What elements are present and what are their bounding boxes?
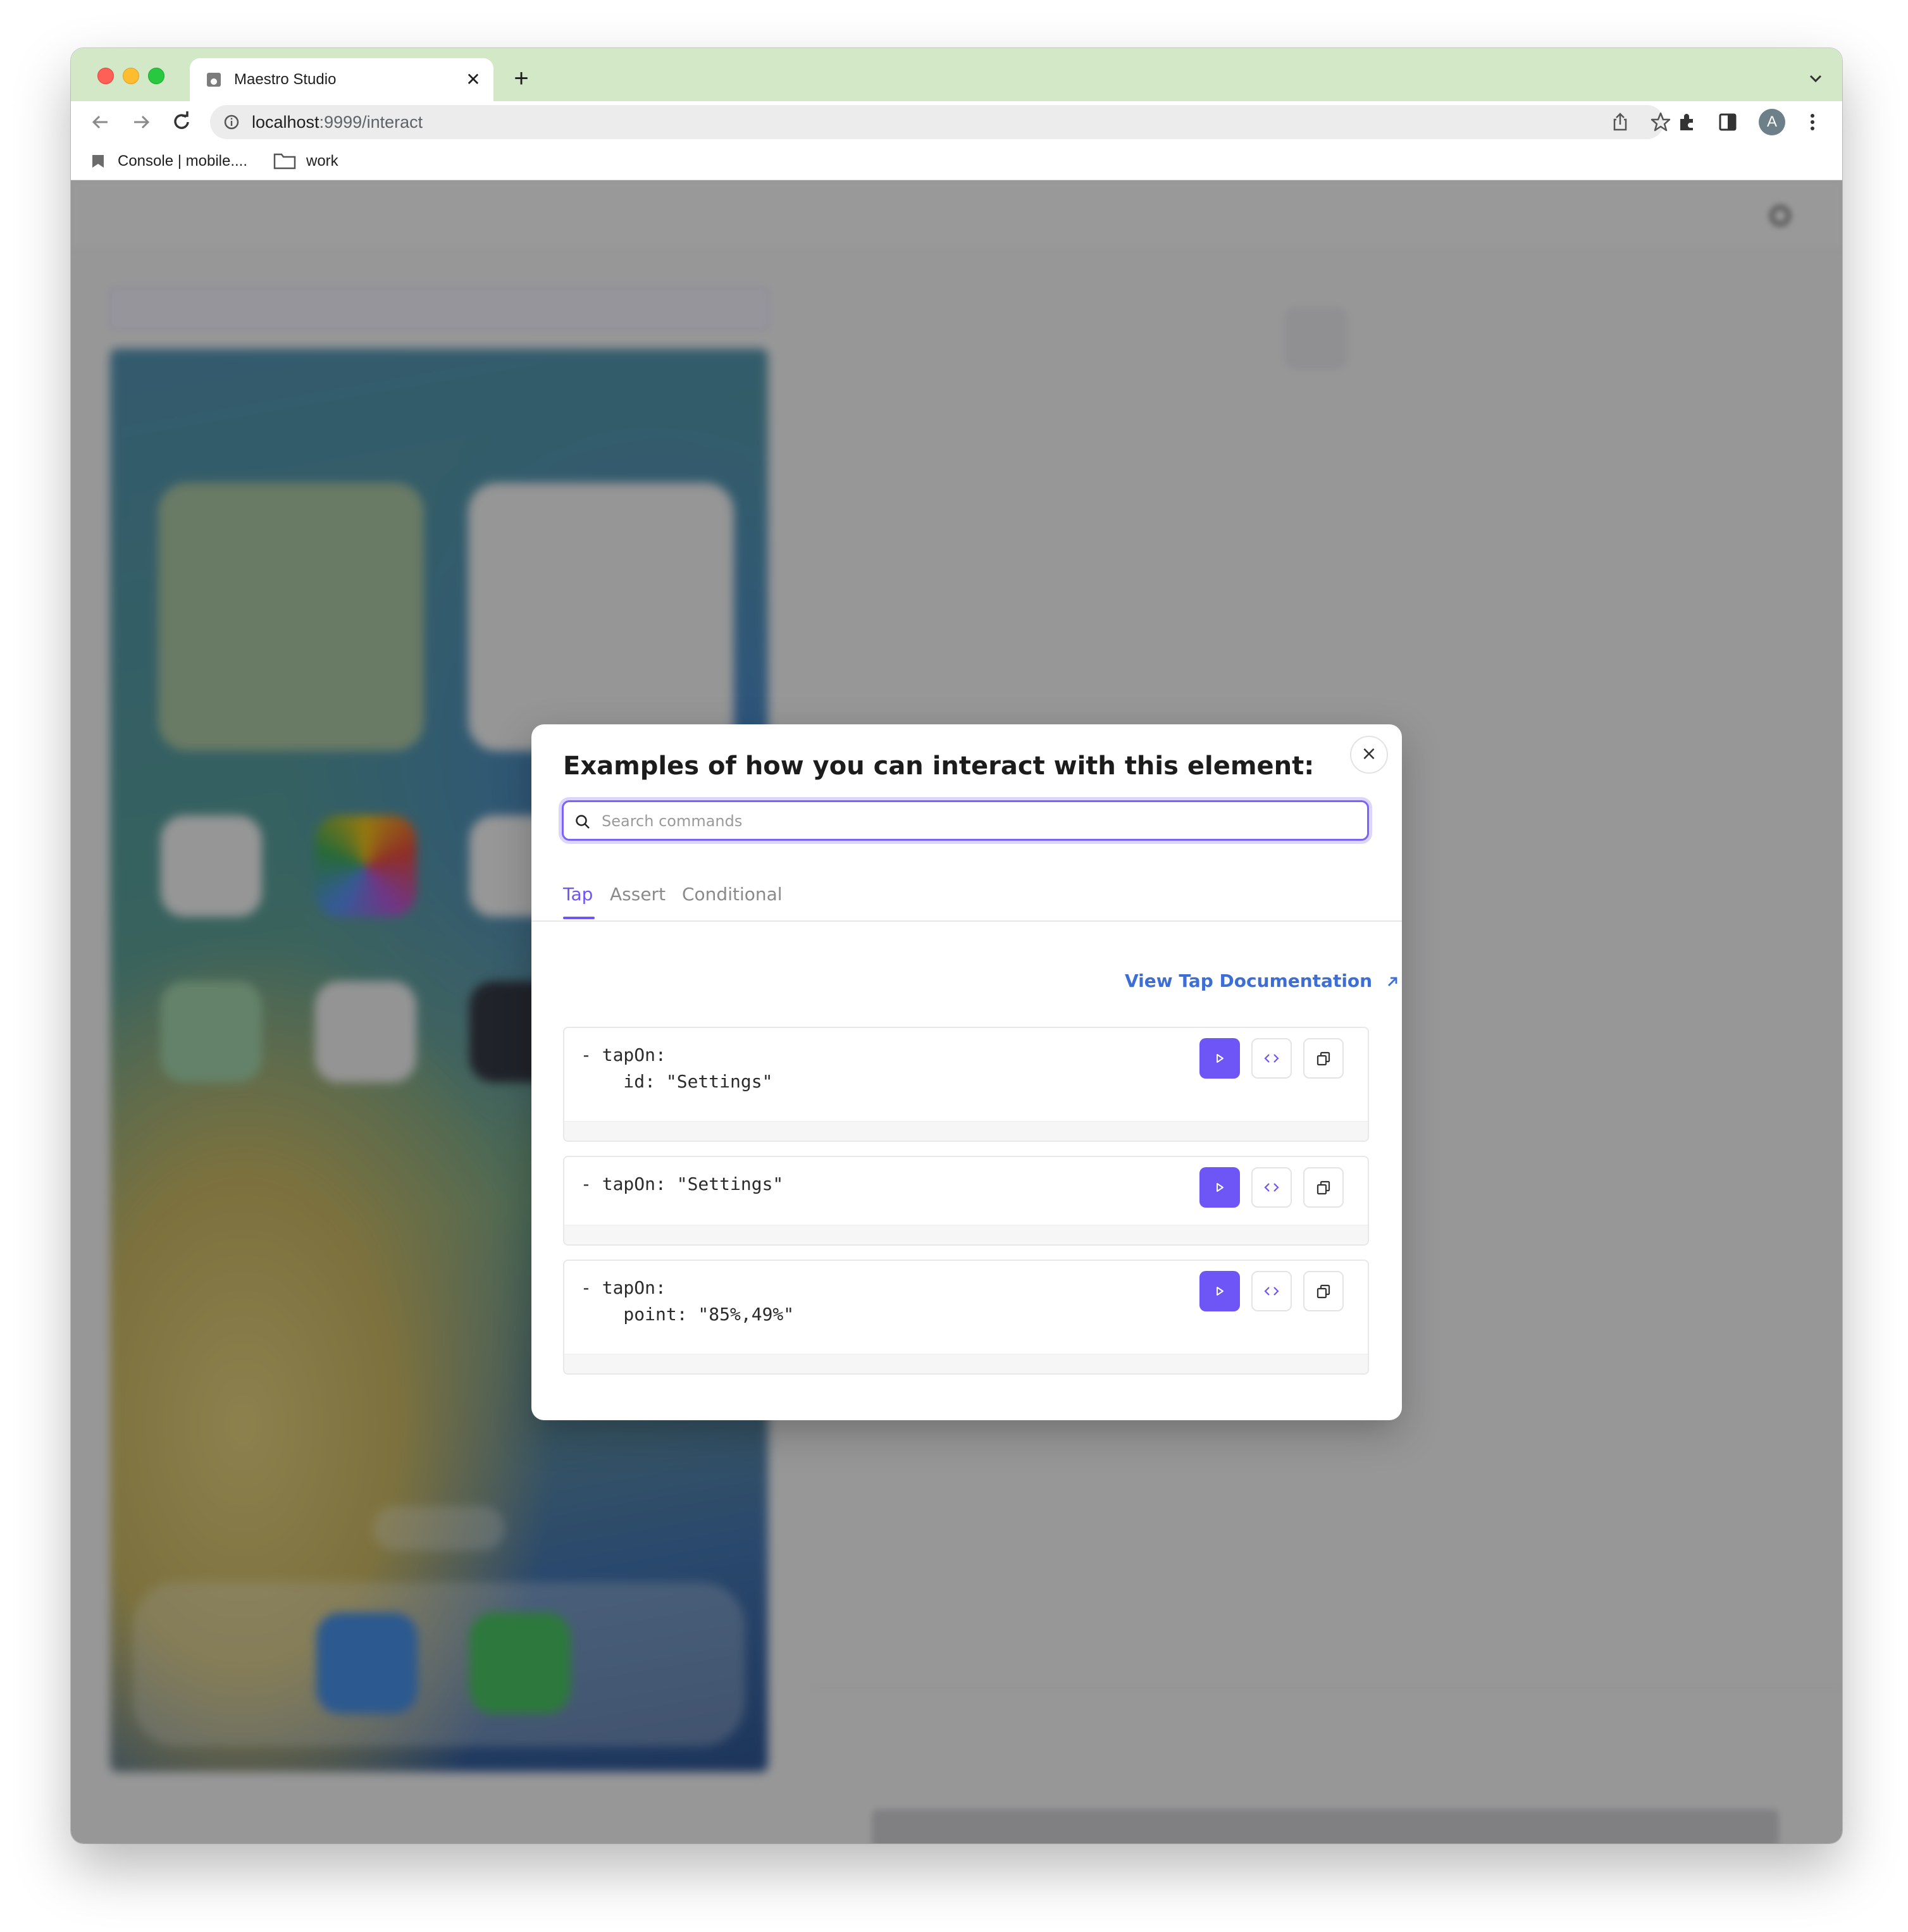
share-icon[interactable] [1608, 110, 1632, 134]
code-brackets-icon [1264, 1287, 1279, 1296]
site-info-icon[interactable] [223, 113, 240, 131]
interaction-examples-modal: Examples of how you can interact with th… [531, 724, 1402, 1420]
favicon-icon [207, 73, 221, 87]
edit-code-button[interactable] [1251, 1167, 1292, 1208]
copy-button[interactable] [1303, 1271, 1344, 1311]
page-viewport: Examples of how you can interact with th… [71, 180, 1842, 1843]
tab-conditional[interactable]: Conditional [682, 882, 783, 907]
browser-tab[interactable]: Maestro Studio ✕ [190, 58, 493, 101]
minimize-window-button[interactable] [123, 68, 139, 84]
modal-title: Examples of how you can interact with th… [563, 752, 1315, 781]
card-footer [564, 1121, 1368, 1141]
browser-toolbar: localhost:9999/interact A [71, 101, 1842, 143]
back-arrow-icon[interactable] [89, 110, 113, 134]
code-brackets-icon [1264, 1054, 1279, 1063]
bookmark-page-icon [92, 155, 104, 168]
run-button[interactable] [1199, 1167, 1240, 1208]
bookmark-folder-work[interactable]: work [273, 149, 349, 172]
card-footer [564, 1354, 1368, 1373]
bookmark-label: Console | mobile.... [118, 152, 247, 170]
tab-assert[interactable]: Assert [610, 882, 666, 907]
command-search[interactable] [562, 800, 1369, 841]
command-code[interactable]: - tapOn: point: "85%,49%" [581, 1275, 794, 1328]
close-icon[interactable]: × [1350, 736, 1388, 774]
copy-icon [1316, 1180, 1330, 1195]
command-code[interactable]: - tapOn: "Settings" [581, 1171, 783, 1198]
chevron-down-icon[interactable] [1806, 68, 1826, 89]
command-card: - tapOn: point: "85%,49%" [563, 1260, 1369, 1375]
copy-icon [1316, 1051, 1330, 1066]
tap-documentation-link[interactable]: View Tap Documentation [1125, 969, 1400, 994]
command-card: - tapOn: id: "Settings" [563, 1027, 1369, 1142]
tab-close-icon[interactable]: ✕ [463, 70, 483, 90]
copy-button[interactable] [1303, 1038, 1344, 1079]
command-tabs: Tap Assert Conditional [531, 882, 1402, 922]
bookmark-label: work [306, 152, 338, 170]
forward-arrow-icon[interactable] [129, 110, 153, 134]
url-text: localhost:9999/interact [252, 113, 423, 132]
bookmark-console[interactable]: Console | mobile.... [90, 149, 273, 172]
tab-strip: Maestro Studio ✕ + [71, 48, 1842, 101]
folder-icon [273, 153, 296, 170]
tab-tap[interactable]: Tap [563, 882, 593, 907]
command-card: - tapOn: "Settings" [563, 1156, 1369, 1246]
browser-window: Maestro Studio ✕ + localhost:9999/intera… [71, 48, 1842, 1843]
close-window-button[interactable] [97, 68, 114, 84]
play-icon [1217, 1183, 1223, 1192]
external-link-arrow-icon [1387, 977, 1397, 986]
side-panel-icon[interactable] [1716, 110, 1740, 134]
code-brackets-icon [1264, 1183, 1279, 1192]
bookmarks-bar: Console | mobile.... work [71, 143, 1842, 180]
doc-link-label: View Tap Documentation [1125, 970, 1373, 991]
tab-title: Maestro Studio [234, 71, 337, 88]
search-input[interactable] [600, 806, 1356, 836]
run-button[interactable] [1199, 1038, 1240, 1079]
play-icon [1217, 1287, 1223, 1296]
reload-icon[interactable] [170, 110, 194, 134]
command-code[interactable]: - tapOn: id: "Settings" [581, 1042, 772, 1095]
run-button[interactable] [1199, 1271, 1240, 1311]
edit-code-button[interactable] [1251, 1038, 1292, 1079]
new-tab-icon[interactable]: + [509, 66, 534, 91]
search-icon [576, 815, 590, 829]
play-icon [1217, 1054, 1223, 1063]
card-footer [564, 1225, 1368, 1244]
address-bar[interactable]: localhost:9999/interact [210, 105, 1671, 139]
profile-avatar[interactable]: A [1759, 109, 1785, 135]
more-menu-icon[interactable] [1800, 110, 1824, 134]
extensions-icon[interactable] [1675, 110, 1699, 134]
copy-icon [1316, 1284, 1330, 1299]
active-tab-indicator [563, 917, 595, 919]
maximize-window-button[interactable] [148, 68, 164, 84]
copy-button[interactable] [1303, 1167, 1344, 1208]
edit-code-button[interactable] [1251, 1271, 1292, 1311]
bookmark-star-icon[interactable] [1649, 110, 1673, 134]
